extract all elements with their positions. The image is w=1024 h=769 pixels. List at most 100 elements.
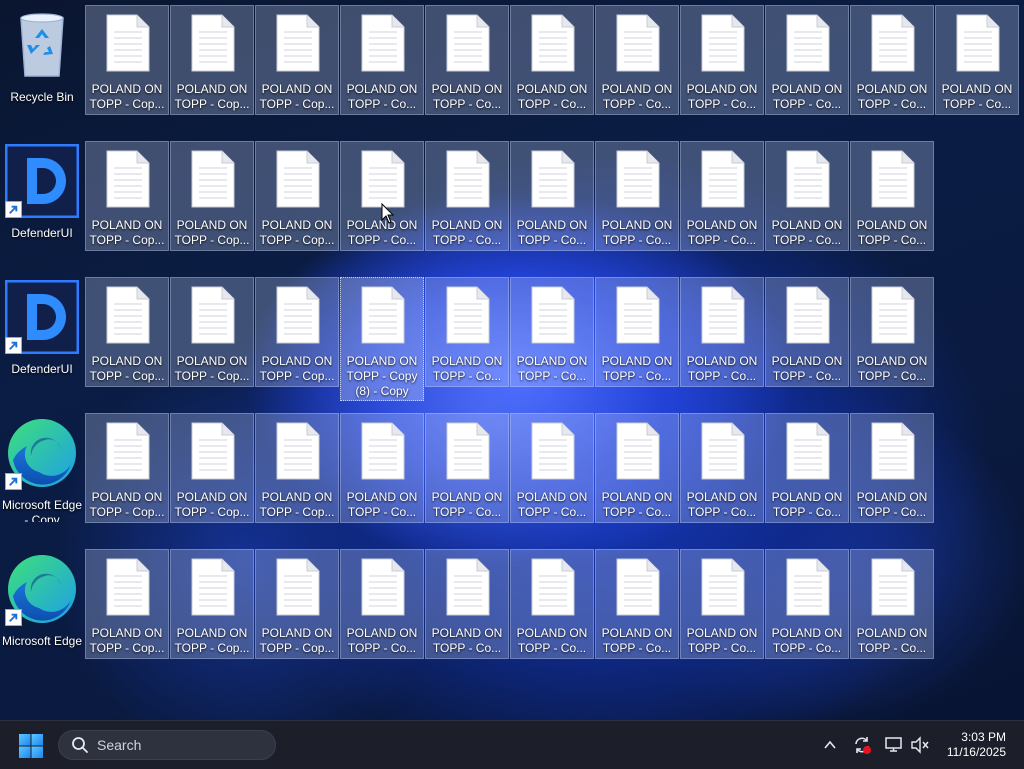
recycle-bin[interactable]: Recycle Bin: [0, 5, 84, 115]
text-file-icon: [106, 14, 150, 72]
desktop-file-icon[interactable]: POLAND ON TOPP - Co...: [850, 549, 934, 659]
desktop-file-label: POLAND ON TOPP - Co...: [686, 490, 758, 519]
desktop-file-icon[interactable]: POLAND ON TOPP - Co...: [680, 277, 764, 387]
desktop-file-icon[interactable]: POLAND ON TOPP - Co...: [595, 549, 679, 659]
clock-time: 3:03 PM: [961, 730, 1006, 744]
text-file-icon: [616, 14, 660, 72]
desktop-file-icon[interactable]: POLAND ON TOPP - Cop...: [255, 141, 339, 251]
desktop-file-label: POLAND ON TOPP - Co...: [431, 490, 503, 519]
desktop-file-icon[interactable]: POLAND ON TOPP - Cop...: [170, 549, 254, 659]
text-file-icon: [191, 422, 235, 480]
show-hidden-icons-button[interactable]: [818, 733, 842, 757]
edge-copy-shortcut[interactable]: Microsoft Edge - Copy: [0, 413, 84, 523]
desktop-file-icon[interactable]: POLAND ON TOPP - Co...: [850, 277, 934, 387]
desktop-file-icon[interactable]: POLAND ON TOPP - Co...: [510, 5, 594, 115]
desktop-file-icon[interactable]: POLAND ON TOPP - Co...: [765, 277, 849, 387]
desktop-file-icon[interactable]: POLAND ON TOPP - Cop...: [255, 277, 339, 387]
taskbar-clock[interactable]: 3:03 PM 11/16/2025: [947, 730, 1006, 760]
desktop-file-icon[interactable]: POLAND ON TOPP - Cop...: [255, 5, 339, 115]
text-file-icon: [276, 14, 320, 72]
desktop-file-icon[interactable]: POLAND ON TOPP - Cop...: [255, 413, 339, 523]
text-file-icon: [191, 558, 235, 616]
desktop-file-label: POLAND ON TOPP - Co...: [686, 626, 758, 655]
volume-tray-button[interactable]: [908, 733, 932, 757]
desktop-file-icon[interactable]: POLAND ON TOPP - Co...: [680, 141, 764, 251]
desktop-file-icon[interactable]: POLAND ON TOPP - Co...: [765, 141, 849, 251]
text-file-icon: [361, 422, 405, 480]
desktop-file-icon[interactable]: POLAND ON TOPP - Cop...: [85, 5, 169, 115]
desktop-file-icon[interactable]: POLAND ON TOPP - Co...: [340, 5, 424, 115]
desktop-file-label: POLAND ON TOPP - Co...: [771, 490, 843, 519]
taskbar-search-box[interactable]: Search: [58, 730, 276, 760]
text-file-icon: [446, 558, 490, 616]
shortcut-arrow-icon: [5, 337, 22, 354]
text-file-icon: [531, 150, 575, 208]
desktop-file-icon[interactable]: POLAND ON TOPP - Co...: [765, 413, 849, 523]
desktop-file-icon[interactable]: POLAND ON TOPP - Co...: [510, 549, 594, 659]
desktop-file-icon[interactable]: POLAND ON TOPP - Cop...: [85, 277, 169, 387]
desktop-file-icon[interactable]: POLAND ON TOPP - Co...: [340, 413, 424, 523]
desktop-file-icon[interactable]: POLAND ON TOPP - Co...: [850, 141, 934, 251]
desktop-file-icon[interactable]: POLAND ON TOPP - Co...: [850, 413, 934, 523]
desktop-file-icon[interactable]: POLAND ON TOPP - Co...: [595, 141, 679, 251]
desktop-file-label: POLAND ON TOPP - Co...: [941, 82, 1013, 111]
desktop-file-label: POLAND ON TOPP - Cop...: [89, 82, 165, 111]
defender-shortcut-2[interactable]: DefenderUI: [0, 277, 84, 387]
desktop-file-icon[interactable]: POLAND ON TOPP - Cop...: [85, 549, 169, 659]
desktop-file-icon[interactable]: POLAND ON TOPP - Co...: [510, 141, 594, 251]
desktop-file-icon[interactable]: POLAND ON TOPP - Co...: [850, 5, 934, 115]
start-button[interactable]: [16, 731, 46, 761]
text-file-icon: [531, 286, 575, 344]
desktop-file-icon[interactable]: POLAND ON TOPP - Co...: [680, 413, 764, 523]
text-file-icon: [701, 14, 745, 72]
desktop-file-icon[interactable]: POLAND ON TOPP - Co...: [425, 5, 509, 115]
sync-status-tray-button[interactable]: [850, 733, 874, 757]
shortcut-arrow-icon: [5, 609, 22, 626]
desktop-file-icon[interactable]: POLAND ON TOPP - Co...: [765, 5, 849, 115]
text-file-icon: [616, 286, 660, 344]
desktop-file-icon[interactable]: POLAND ON TOPP - Co...: [340, 141, 424, 251]
desktop-file-icon[interactable]: POLAND ON TOPP - Cop...: [170, 413, 254, 523]
display-icon: [885, 737, 902, 752]
text-file-icon: [191, 150, 235, 208]
network-tray-button[interactable]: [882, 733, 906, 757]
desktop-file-icon[interactable]: POLAND ON TOPP - Copy (8) - Copy: [340, 277, 424, 401]
desktop-file-label: POLAND ON TOPP - Cop...: [174, 82, 250, 111]
text-file-icon: [871, 150, 915, 208]
chevron-up-icon: [824, 740, 836, 749]
desktop-file-icon[interactable]: POLAND ON TOPP - Co...: [425, 141, 509, 251]
desktop-file-icon[interactable]: POLAND ON TOPP - Cop...: [170, 5, 254, 115]
text-file-icon: [361, 14, 405, 72]
desktop-file-icon[interactable]: POLAND ON TOPP - Co...: [425, 277, 509, 387]
desktop-file-icon[interactable]: POLAND ON TOPP - Cop...: [85, 141, 169, 251]
desktop-file-icon[interactable]: POLAND ON TOPP - Cop...: [170, 277, 254, 387]
desktop-file-icon[interactable]: POLAND ON TOPP - Cop...: [255, 549, 339, 659]
desktop-file-icon[interactable]: POLAND ON TOPP - Co...: [680, 5, 764, 115]
desktop-file-icon[interactable]: POLAND ON TOPP - Cop...: [170, 141, 254, 251]
desktop-file-label: POLAND ON TOPP - Co...: [431, 82, 503, 111]
desktop-file-label: POLAND ON TOPP - Cop...: [259, 626, 335, 655]
desktop-file-icon[interactable]: POLAND ON TOPP - Co...: [425, 413, 509, 523]
desktop-file-icon[interactable]: POLAND ON TOPP - Co...: [595, 413, 679, 523]
text-file-icon: [191, 286, 235, 344]
desktop-file-icon[interactable]: POLAND ON TOPP - Co...: [935, 5, 1019, 115]
desktop-file-label: POLAND ON TOPP - Co...: [856, 354, 928, 383]
desktop-file-icon[interactable]: POLAND ON TOPP - Co...: [425, 549, 509, 659]
desktop-file-icon[interactable]: POLAND ON TOPP - Co...: [595, 277, 679, 387]
edge-shortcut[interactable]: Microsoft Edge: [0, 549, 84, 659]
defender-shortcut-1[interactable]: DefenderUI: [0, 141, 84, 251]
desktop-file-label: POLAND ON TOPP - Co...: [601, 354, 673, 383]
desktop-file-icon[interactable]: POLAND ON TOPP - Co...: [765, 549, 849, 659]
text-file-icon: [446, 14, 490, 72]
desktop-file-label: POLAND ON TOPP - Copy (8) - Copy: [346, 354, 418, 398]
desktop-file-icon[interactable]: POLAND ON TOPP - Co...: [510, 277, 594, 387]
text-file-icon: [276, 150, 320, 208]
desktop-file-icon[interactable]: POLAND ON TOPP - Co...: [680, 549, 764, 659]
recycle-bin-icon-wrapper: [5, 8, 79, 82]
desktop-file-icon[interactable]: POLAND ON TOPP - Co...: [510, 413, 594, 523]
desktop-file-icon[interactable]: POLAND ON TOPP - Co...: [340, 549, 424, 659]
desktop-file-icon[interactable]: POLAND ON TOPP - Cop...: [85, 413, 169, 523]
desktop-file-label: POLAND ON TOPP - Co...: [516, 82, 588, 111]
desktop[interactable]: Recycle Bin DefenderUI DefenderUI Microsoft…: [0, 0, 1024, 720]
desktop-file-icon[interactable]: POLAND ON TOPP - Co...: [595, 5, 679, 115]
